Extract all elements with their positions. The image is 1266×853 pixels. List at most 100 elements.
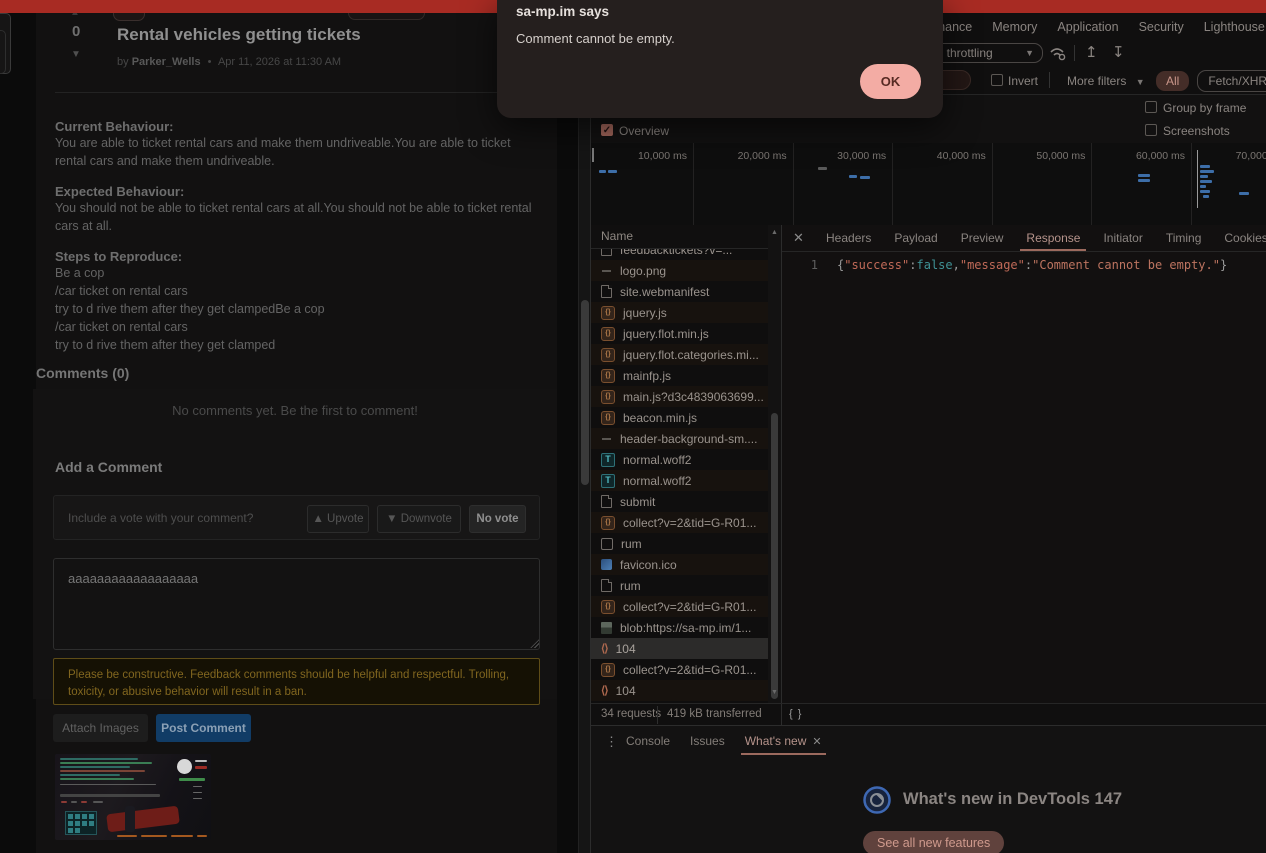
see-all-features-button[interactable]: See all new features <box>863 831 1004 853</box>
network-request-row[interactable]: favicon.ico <box>591 554 768 575</box>
detail-tab-headers[interactable]: Headers <box>826 225 871 251</box>
json-token: false <box>917 258 953 272</box>
section-text: try to d rive them after they get clampe… <box>55 300 542 318</box>
network-list-scrollbar[interactable]: ▲ ▼ <box>768 225 781 703</box>
filter-chip-fetchxhr[interactable]: Fetch/XHR <box>1197 70 1266 92</box>
network-overview-timeline[interactable]: 10,000 ms20,000 ms30,000 ms40,000 ms50,0… <box>591 143 1266 226</box>
no-vote-button[interactable]: No vote <box>469 505 526 533</box>
scroll-up-icon[interactable]: ▲ <box>771 229 778 236</box>
response-line-number: 1 <box>804 258 818 272</box>
section-text: /car ticket on rental cars <box>55 282 542 300</box>
format-response-icon[interactable]: { } <box>789 708 802 720</box>
name-column-header[interactable]: Name <box>601 229 633 243</box>
network-request-row[interactable]: logo.png <box>591 260 768 281</box>
network-request-row[interactable]: ⟨⟩104 <box>591 638 768 659</box>
detail-tab-response[interactable]: Response <box>1026 225 1080 251</box>
sq-file-icon <box>601 538 613 550</box>
network-request-row[interactable]: Tnormal.woff2 <box>591 449 768 470</box>
detail-tab-cookies[interactable]: Cookies <box>1224 225 1266 251</box>
drawer-tab-console[interactable]: Console <box>626 726 670 756</box>
detail-tab-timing[interactable]: Timing <box>1166 225 1202 251</box>
requests-count: 34 requests <box>601 708 661 720</box>
toolbar-divider <box>1074 45 1075 61</box>
network-request-row[interactable]: ⟨⟩104 <box>591 680 768 701</box>
filter-chip-all[interactable]: All <box>1156 71 1189 91</box>
json-token: "Comment cannot be empty." <box>1032 258 1220 272</box>
network-request-row[interactable]: submit <box>591 491 768 512</box>
network-request-row[interactable]: rum <box>591 533 768 554</box>
close-icon[interactable]: ✕ <box>806 735 821 748</box>
network-request-row[interactable]: header-background-sm.... <box>591 428 768 449</box>
network-request-row[interactable]: {}main.js?d3c4839063699... <box>591 386 768 407</box>
request-name: feedbacktickets?v=... <box>620 249 732 257</box>
devtools-tab-lighthouse[interactable]: Lighthouse <box>1204 20 1265 34</box>
network-request-row[interactable]: {}collect?v=2&tid=G-R01... <box>591 659 768 680</box>
timeline-handle[interactable] <box>592 148 594 162</box>
drawer-tab-what-s-new[interactable]: What's new ✕ <box>745 726 822 756</box>
comment-textarea[interactable] <box>53 558 540 650</box>
import-har-icon[interactable]: ↥ <box>1085 43 1098 61</box>
attached-screenshot-thumbnail[interactable] <box>55 754 211 840</box>
network-request-row[interactable]: {}mainfp.js <box>591 365 768 386</box>
toolbar-divider <box>1049 72 1050 88</box>
page-scrollbar-thumb[interactable] <box>581 300 589 485</box>
overview-checkbox[interactable]: ✓ <box>601 124 613 136</box>
group-by-frame-checkbox[interactable] <box>1145 101 1157 113</box>
transferred-size: 419 kB transferred <box>667 708 779 720</box>
drawer-tab-issues[interactable]: Issues <box>690 726 725 756</box>
response-json[interactable]: {"success":false,"message":"Comment cann… <box>837 258 1227 272</box>
upvote-button[interactable]: ▲ Upvote <box>307 505 369 533</box>
network-request-row[interactable]: {}jquery.flot.categories.mi... <box>591 344 768 365</box>
downvote-button[interactable]: ▼ Downvote <box>377 505 461 533</box>
byline-date: Apr 11, 2026 at 11:30 AM <box>218 56 341 68</box>
dialog-ok-button[interactable]: OK <box>860 64 921 99</box>
request-name: collect?v=2&tid=G-R01... <box>623 516 756 530</box>
network-request-row[interactable]: {}beacon.min.js <box>591 407 768 428</box>
network-request-row[interactable]: rum <box>591 575 768 596</box>
invert-checkbox[interactable] <box>991 74 1003 86</box>
network-request-row[interactable]: {}jquery.js <box>591 302 768 323</box>
network-request-row[interactable]: site.webmanifest <box>591 281 768 302</box>
export-har-icon[interactable]: ↧ <box>1112 43 1125 61</box>
detail-tab-initiator[interactable]: Initiator <box>1103 225 1142 251</box>
network-request-row[interactable]: {}collect?v=2&tid=G-R01... <box>591 512 768 533</box>
network-request-row[interactable]: Tnormal.woff2 <box>591 470 768 491</box>
scroll-down-icon[interactable]: ▼ <box>771 689 778 696</box>
textarea-resize-grip[interactable] <box>530 639 539 648</box>
timeline-gridline <box>992 143 993 225</box>
network-scrollbar-thumb[interactable] <box>771 413 778 699</box>
network-request-list[interactable]: feedbacktickets?v=... logo.pngsite.webman… <box>591 249 768 703</box>
fetch-file-icon: ⟨⟩ <box>601 643 608 655</box>
request-name: header-background-sm.... <box>620 432 757 446</box>
downvote-arrow[interactable]: ▼ <box>71 49 81 60</box>
invert-label: Invert <box>1008 74 1038 88</box>
file-file-icon <box>601 579 612 592</box>
close-icon[interactable]: ✕ <box>793 230 804 246</box>
json-token: } <box>1220 258 1227 272</box>
attach-images-button[interactable]: Attach Images <box>53 714 148 742</box>
network-table-header[interactable]: Name <box>591 225 781 249</box>
request-name: normal.woff2 <box>623 453 691 467</box>
timeline-gridline <box>793 143 794 225</box>
detail-tab-preview[interactable]: Preview <box>961 225 1004 251</box>
network-request-row[interactable]: feedbacktickets?v=... <box>591 249 768 260</box>
devtools-tab-application[interactable]: Application <box>1057 20 1118 34</box>
byline-author[interactable]: Parker_Wells <box>132 56 201 68</box>
more-filters-button[interactable]: More filters ▼ <box>1067 74 1145 88</box>
devtools-tab-memory[interactable]: Memory <box>992 20 1037 34</box>
detail-tab-bar: ✕ Headers Payload Preview Response Initiator… <box>782 225 1266 252</box>
post-comment-button[interactable]: Post Comment <box>156 714 251 742</box>
section-heading: Current Behaviour: <box>55 119 542 134</box>
section-text: Be a cop <box>55 264 542 282</box>
detail-tab-payload[interactable]: Payload <box>894 225 937 251</box>
network-request-row[interactable]: {}jquery.flot.min.js <box>591 323 768 344</box>
active-tab-underline <box>741 753 826 755</box>
more-tools-icon[interactable]: ⋮ <box>605 734 618 750</box>
network-conditions-icon[interactable] <box>1049 45 1069 61</box>
devtools-tab-security[interactable]: Security <box>1139 20 1184 34</box>
screenshots-checkbox[interactable] <box>1145 124 1157 136</box>
comments-heading: Comments (0) <box>36 365 129 381</box>
whats-new-title: What's new in DevTools 147 <box>903 790 1122 809</box>
network-request-row[interactable]: blob:https://sa-mp.im/1... <box>591 617 768 638</box>
network-request-row[interactable]: {}collect?v=2&tid=G-R01... <box>591 596 768 617</box>
